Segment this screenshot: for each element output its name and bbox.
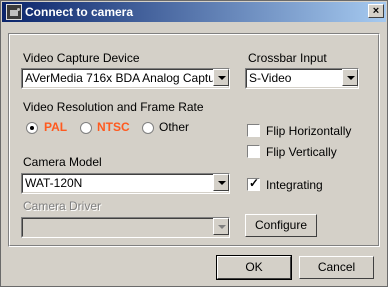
camera-model-value: WAT-120N [25,176,83,190]
camera-model-label: Camera Model [23,155,102,169]
settings-group [8,33,380,247]
crossbar-value: S-Video [249,71,292,85]
integrating-checkbox[interactable] [247,176,260,191]
chevron-down-icon[interactable] [342,69,358,86]
radio-ntsc[interactable] [80,122,92,134]
radio-ntsc-label[interactable]: NTSC [97,120,130,134]
chevron-down-icon[interactable] [213,174,229,191]
title-bar[interactable]: Connect to camera × [2,2,386,22]
integrating-label[interactable]: Integrating [266,178,323,192]
radio-other-label[interactable]: Other [159,120,189,134]
flip-vertical-checkbox[interactable] [247,145,260,158]
radio-pal[interactable] [26,122,38,134]
crossbar-select[interactable]: S-Video [245,68,359,89]
camera-icon [6,4,22,20]
configure-button[interactable]: Configure [245,214,317,237]
camera-driver-select[interactable] [21,217,230,238]
camera-model-select[interactable]: WAT-120N [21,173,230,194]
cancel-button[interactable]: Cancel [299,256,374,279]
camera-driver-label: Camera Driver [23,199,102,213]
window-title: Connect to camera [25,5,134,19]
ok-button[interactable]: OK [216,255,292,280]
connect-dialog: Connect to camera × Video Capture Device… [0,0,388,287]
video-capture-label: Video Capture Device [23,51,140,65]
close-button[interactable]: × [368,4,384,18]
video-capture-select[interactable]: AVerMedia 716x BDA Analog Capture [21,68,230,89]
flip-horizontal-checkbox[interactable] [247,124,260,137]
flip-vertical-label[interactable]: Flip Vertically [266,145,337,159]
radio-pal-label[interactable]: PAL [44,120,67,134]
chevron-down-icon [213,218,229,235]
radio-other[interactable] [142,122,154,134]
video-capture-value: AVerMedia 716x BDA Analog Capture [25,71,226,85]
crossbar-label: Crossbar Input [248,51,327,65]
chevron-down-icon[interactable] [213,69,229,86]
flip-horizontal-label[interactable]: Flip Horizontally [266,124,351,138]
resolution-label: Video Resolution and Frame Rate [23,100,204,114]
